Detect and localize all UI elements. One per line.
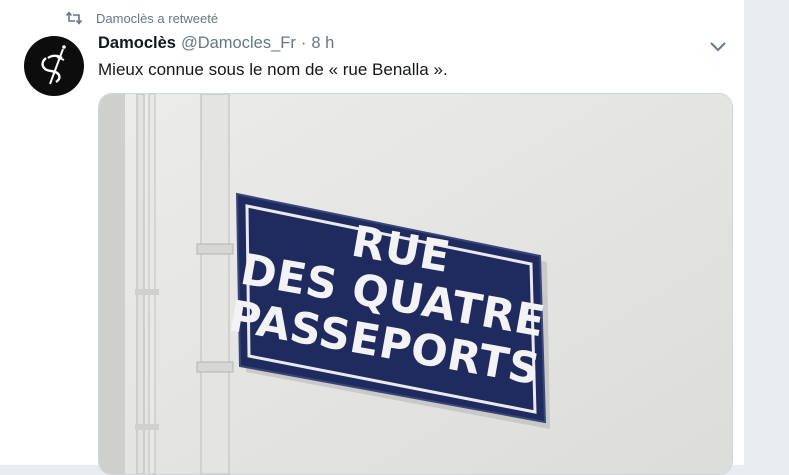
retweet-icon: [65, 11, 83, 25]
author-name[interactable]: Damoclès: [98, 34, 176, 53]
tweet-text: Mieux connue sous le nom de « rue Benall…: [98, 60, 448, 79]
tweet-timestamp[interactable]: 8 h: [311, 34, 334, 53]
separator-dot: ·: [300, 34, 307, 52]
tweet-card[interactable]: Damoclès a retweeté Damoclès @Damocles_F…: [0, 0, 745, 475]
dagger-dollar-logo: [41, 45, 66, 85]
chevron-down-icon[interactable]: [708, 38, 728, 54]
retweet-context: Damoclès a retweeté: [65, 8, 218, 28]
street-sign-photo: RUE DES QUATRE PASSEPORTS: [99, 94, 732, 474]
retweet-text[interactable]: Damoclès a retweeté: [96, 11, 218, 26]
tweet-header: Damoclès @Damocles_Fr · 8 h: [98, 34, 334, 56]
tweet-photo[interactable]: RUE DES QUATRE PASSEPORTS: [98, 93, 733, 475]
avatar[interactable]: [24, 36, 84, 96]
author-handle[interactable]: @Damocles_Fr: [181, 34, 296, 53]
